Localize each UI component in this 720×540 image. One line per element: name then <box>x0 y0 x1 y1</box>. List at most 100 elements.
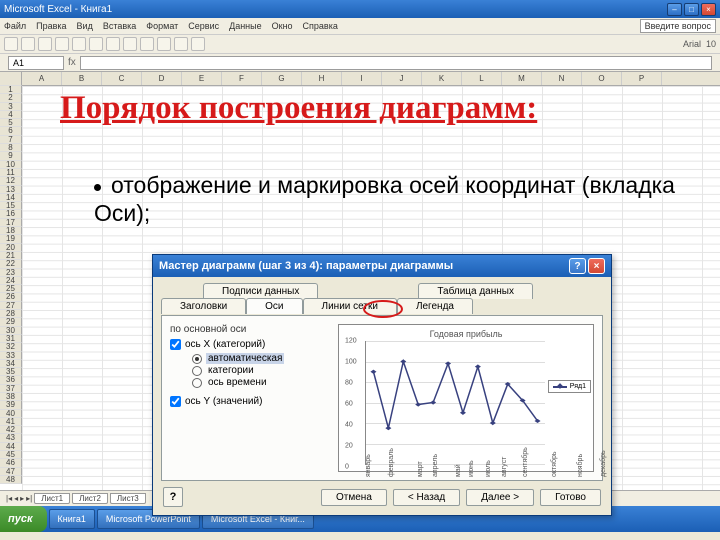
dialog-title: Мастер диаграмм (шаг 3 из 4): параметры … <box>159 260 453 272</box>
col-header[interactable]: N <box>542 72 582 85</box>
nav-last-icon[interactable]: ▸| <box>26 494 32 503</box>
tool-button[interactable] <box>123 37 137 51</box>
formula-bar: A1 fx <box>0 54 720 72</box>
col-header[interactable]: D <box>142 72 182 85</box>
menu-item[interactable]: Файл <box>4 21 26 31</box>
y-tick: 20 <box>345 443 353 450</box>
col-header[interactable]: C <box>102 72 142 85</box>
col-header[interactable]: M <box>502 72 542 85</box>
checkbox-y-axis[interactable]: ось Y (значений) <box>170 396 330 407</box>
legend: Ряд1 <box>548 380 591 393</box>
menu-item[interactable]: Вставка <box>103 21 136 31</box>
tool-button[interactable] <box>140 37 154 51</box>
nav-prev-icon[interactable]: ◂ <box>14 494 18 503</box>
menu-item[interactable]: Справка <box>303 21 338 31</box>
tool-button[interactable] <box>174 37 188 51</box>
dialog-help-button[interactable]: ? <box>569 258 586 274</box>
dialog-tabs: Подписи данных Таблица данных Заголовки … <box>161 283 603 315</box>
tool-button[interactable] <box>55 37 69 51</box>
tab-legend[interactable]: Легенда <box>397 298 473 314</box>
col-header[interactable]: O <box>582 72 622 85</box>
nav-next-icon[interactable]: ▸ <box>20 494 24 503</box>
cell-grid[interactable]: Порядок построения диаграмм: отображение… <box>22 86 720 490</box>
maximize-button[interactable]: □ <box>684 3 699 16</box>
tab-data-labels[interactable]: Подписи данных <box>203 283 318 299</box>
minimize-button[interactable]: – <box>667 3 682 16</box>
x-tick: декабрь <box>600 450 604 477</box>
col-header[interactable]: A <box>22 72 62 85</box>
sheet-tab[interactable]: Лист3 <box>110 493 146 504</box>
tool-button[interactable] <box>38 37 52 51</box>
menu-item[interactable]: Окно <box>272 21 293 31</box>
sheet-tab[interactable]: Лист1 <box>34 493 70 504</box>
tool-button[interactable] <box>21 37 35 51</box>
radio-time-axis[interactable]: ось времени <box>192 377 330 388</box>
slide-title: Порядок построения диаграмм: <box>60 90 537 127</box>
x-tick: май <box>455 464 459 477</box>
tab-data-table[interactable]: Таблица данных <box>418 283 533 299</box>
col-header[interactable]: B <box>62 72 102 85</box>
y-tick: 0 <box>345 464 349 471</box>
x-tick: март <box>417 461 421 477</box>
col-header[interactable]: L <box>462 72 502 85</box>
app-titlebar: Microsoft Excel - Книга1 – □ × <box>0 0 720 18</box>
x-tick: ноябрь <box>577 454 581 477</box>
y-tick: 40 <box>345 422 353 429</box>
row-header[interactable]: 48 <box>0 476 22 484</box>
col-header[interactable]: I <box>342 72 382 85</box>
finish-button[interactable]: Готово <box>540 489 601 506</box>
x-tick: июнь <box>468 460 472 477</box>
x-tick: июль <box>485 460 489 477</box>
preview-title: Годовая прибыль <box>343 329 589 339</box>
tab-axes[interactable]: Оси <box>246 298 302 314</box>
col-header[interactable]: P <box>622 72 662 85</box>
name-box[interactable]: A1 <box>8 56 64 70</box>
col-header[interactable]: J <box>382 72 422 85</box>
checkbox-x-axis[interactable]: ось X (категорий) <box>170 339 330 350</box>
col-header[interactable]: F <box>222 72 262 85</box>
tool-button[interactable] <box>157 37 171 51</box>
menu-item[interactable]: Сервис <box>188 21 219 31</box>
tool-button[interactable] <box>72 37 86 51</box>
nav-first-icon[interactable]: |◂ <box>6 494 12 503</box>
cancel-button[interactable]: Отмена <box>321 489 387 506</box>
x-tick: апрель <box>432 454 436 477</box>
tool-button[interactable] <box>106 37 120 51</box>
tool-button[interactable] <box>191 37 205 51</box>
col-header[interactable]: E <box>182 72 222 85</box>
sheet-tab[interactable]: Лист2 <box>72 493 108 504</box>
start-button[interactable]: пуск <box>0 506 47 532</box>
menu-item[interactable]: Правка <box>36 21 66 31</box>
tab-gridlines[interactable]: Линии сетки <box>303 298 397 314</box>
col-header[interactable]: G <box>262 72 302 85</box>
x-tick: август <box>501 457 505 477</box>
menu-item[interactable]: Вид <box>77 21 93 31</box>
help-icon[interactable]: ? <box>163 487 183 507</box>
close-button[interactable]: × <box>701 3 716 16</box>
fx-icon[interactable]: fx <box>68 57 76 68</box>
tab-titles[interactable]: Заголовки <box>161 298 246 314</box>
col-header[interactable]: K <box>422 72 462 85</box>
chart-preview: Годовая прибыль Ряд1 январьфевральмартап… <box>338 324 594 472</box>
radio-auto[interactable]: автоматическая <box>192 353 330 364</box>
workbook: ABCDEFGHIJKLMNOP 12345678910111213141516… <box>0 72 720 490</box>
dialog-close-button[interactable]: × <box>588 258 605 274</box>
help-search[interactable]: Введите вопрос <box>640 19 716 33</box>
tool-button[interactable] <box>89 37 103 51</box>
x-tick: январь <box>365 454 369 477</box>
menu-item[interactable]: Формат <box>146 21 178 31</box>
taskbar-item[interactable]: Книга1 <box>49 509 95 529</box>
y-tick: 80 <box>345 380 353 387</box>
back-button[interactable]: < Назад <box>393 489 460 506</box>
radio-categories[interactable]: категории <box>192 365 330 376</box>
tool-button[interactable] <box>4 37 18 51</box>
chart-wizard-dialog: Мастер диаграмм (шаг 3 из 4): параметры … <box>152 254 612 516</box>
col-header[interactable]: H <box>302 72 342 85</box>
formula-input[interactable] <box>80 56 712 70</box>
menubar: Файл Правка Вид Вставка Формат Сервис Да… <box>0 18 720 34</box>
row-headers: 1234567891011121314151617181920212223242… <box>0 86 22 490</box>
x-tick: сентябрь <box>522 447 526 477</box>
x-tick: февраль <box>388 448 392 477</box>
next-button[interactable]: Далее > <box>466 489 534 506</box>
menu-item[interactable]: Данные <box>229 21 262 31</box>
